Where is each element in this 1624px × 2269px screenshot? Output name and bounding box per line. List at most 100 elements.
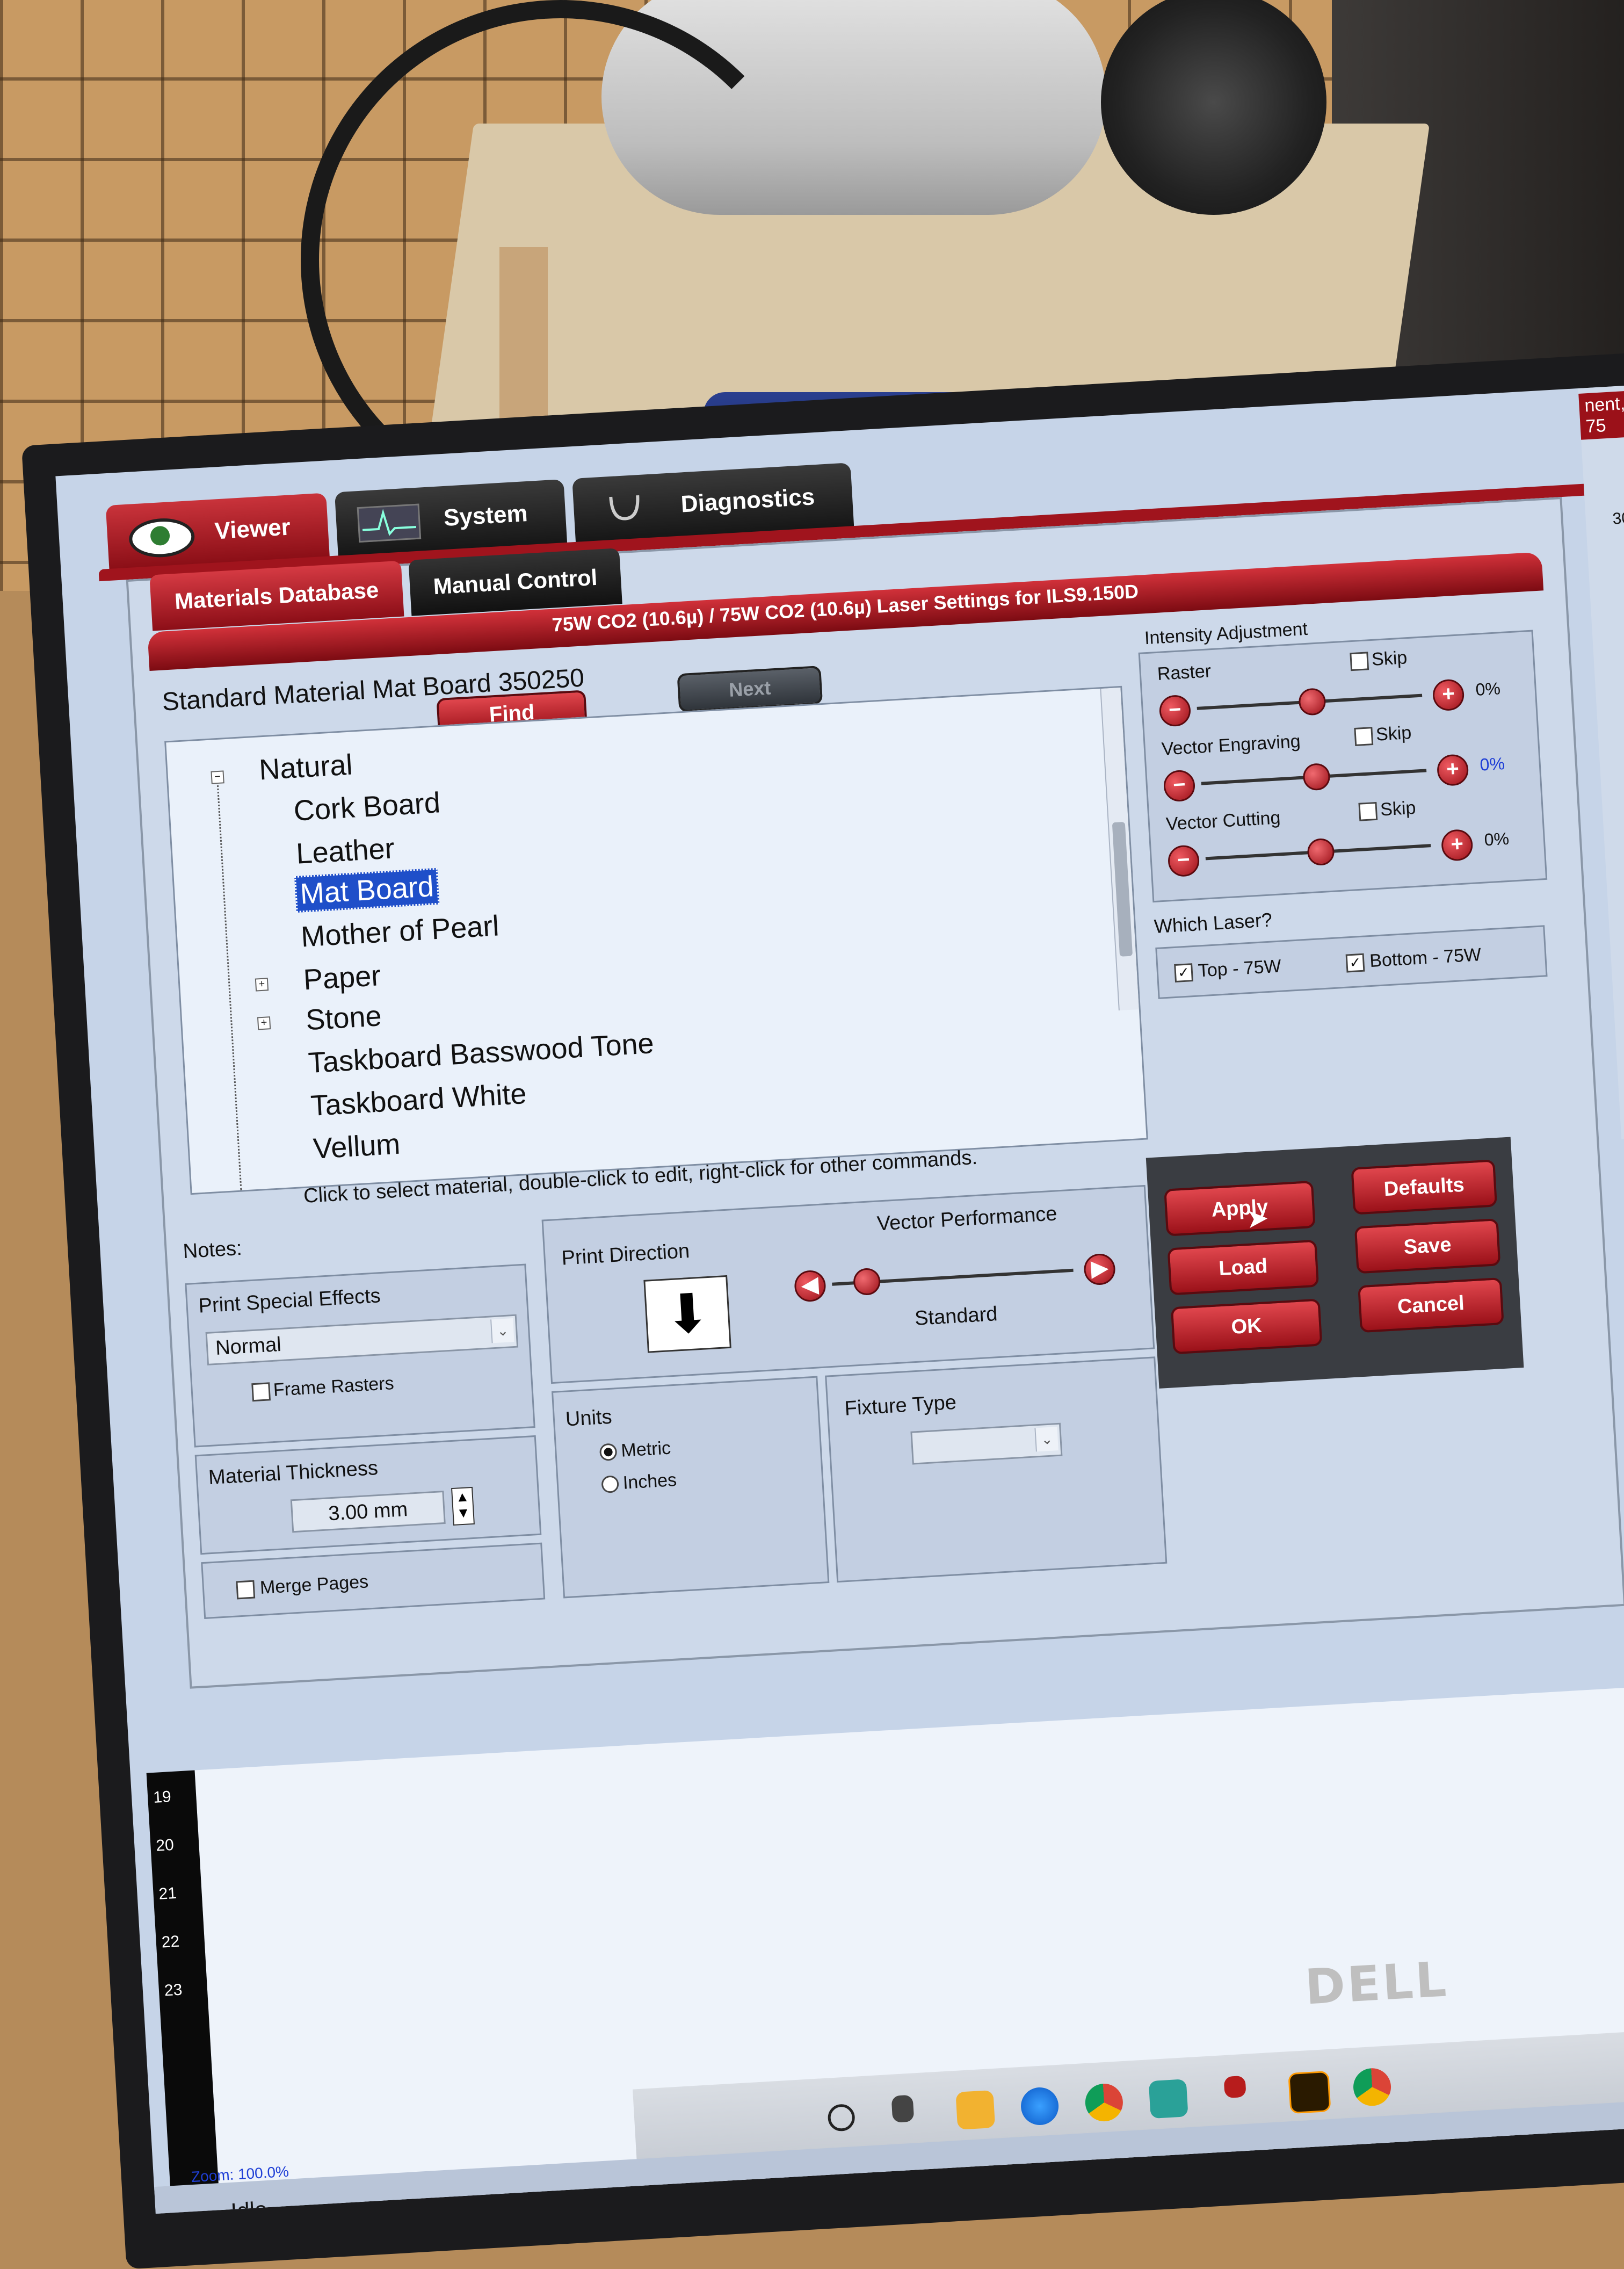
stethoscope-icon [595, 490, 655, 525]
effects-value: Normal [215, 1333, 282, 1360]
vector-engraving-plus-button[interactable]: + [1436, 753, 1469, 787]
which-laser-title: Which Laser? [1153, 908, 1273, 938]
fixture-type-select[interactable]: ⌄ [910, 1422, 1063, 1465]
dell-logo: DELL [1303, 1951, 1450, 2016]
app-icon[interactable] [1223, 2075, 1246, 2099]
vector-engraving-slider-knob[interactable] [1302, 762, 1331, 791]
tree-item-taskboard-white[interactable]: Taskboard White [310, 1077, 527, 1123]
raster-label: Raster [1156, 661, 1212, 684]
vector-performance-label: Vector Performance [876, 1202, 1058, 1235]
bottom-laser-checkbox[interactable]: ✓ [1345, 953, 1365, 973]
file-explorer-icon[interactable] [955, 2090, 996, 2130]
tab-manual-control[interactable]: Manual Control [408, 548, 622, 616]
raster-plus-button[interactable]: + [1432, 678, 1465, 712]
merge-pages-checkbox[interactable] [236, 1580, 256, 1600]
effects-select[interactable]: Normal ⌄ [205, 1314, 519, 1365]
defaults-button[interactable]: Defaults [1351, 1159, 1498, 1215]
arrow-down-icon[interactable]: ⬇ [643, 1275, 731, 1353]
metric-radio[interactable] [599, 1443, 618, 1462]
chrome-icon[interactable] [1352, 2067, 1393, 2107]
screen: Viewer System Diagnostics nent, 75 30 Ma… [55, 384, 1624, 2214]
vector-engraving-label: Vector Engraving [1161, 731, 1301, 760]
tree-item-paper[interactable]: Paper [302, 959, 381, 996]
cancel-button[interactable]: Cancel [1358, 1277, 1504, 1333]
task-view-icon[interactable] [891, 2094, 915, 2123]
chrome-icon[interactable] [1084, 2083, 1124, 2123]
top-laser-label: Top - 75W [1197, 956, 1282, 981]
raster-slider-knob[interactable] [1298, 688, 1326, 716]
raster-percent: 0% [1475, 678, 1501, 699]
tree-item-taskboard-basswood-tone[interactable]: Taskboard Basswood Tone [307, 1027, 655, 1080]
tree-item-natural[interactable]: Natural [258, 748, 353, 787]
ruler-tick: 22 [161, 1932, 180, 1952]
thickness-label: Material Thickness [207, 1456, 379, 1490]
scroll-thumb[interactable] [1112, 821, 1133, 957]
vector-cutting-skip-checkbox[interactable] [1358, 801, 1378, 821]
inches-label: Inches [622, 1469, 678, 1493]
vector-engraving-minus-button[interactable]: − [1163, 769, 1196, 803]
action-panel: Apply Defaults Load Save OK Cancel ➤ [1146, 1137, 1524, 1389]
tree-item-leather[interactable]: Leather [295, 832, 395, 870]
tab-label: Viewer [214, 514, 292, 545]
tree-item-vellum[interactable]: Vellum [312, 1128, 401, 1166]
vector-cutting-minus-button[interactable]: − [1167, 844, 1200, 878]
vector-cutting-slider-knob[interactable] [1307, 837, 1335, 866]
tree-item-stone[interactable]: Stone [305, 999, 382, 1037]
expand-icon[interactable]: + [257, 1016, 271, 1030]
materials-tree[interactable]: − Natural Cork Board Leather Mat Board M… [164, 685, 1148, 1195]
performance-right-button[interactable]: ▶ [1083, 1253, 1116, 1286]
ok-button[interactable]: OK [1170, 1298, 1323, 1355]
tree-scrollbar[interactable] [1100, 687, 1139, 1011]
print-direction-panel: Print Direction ⬇ Vector Performance ◀ ▶… [541, 1184, 1155, 1384]
vector-engraving-percent: 0% [1479, 754, 1505, 775]
raster-skip-checkbox[interactable] [1350, 652, 1369, 671]
special-effects-panel: Print Special Effects Normal ⌄ Frame Ras… [185, 1263, 535, 1448]
collapse-icon[interactable]: − [211, 770, 224, 784]
vector-engraving-skip-checkbox[interactable] [1354, 727, 1374, 746]
edge-icon[interactable] [1020, 2086, 1060, 2126]
ruler-tick: 21 [158, 1884, 177, 1903]
top-laser-checkbox[interactable]: ✓ [1174, 963, 1194, 983]
chevron-down-icon[interactable]: ⌄ [1034, 1427, 1058, 1452]
vector-cutting-percent: 0% [1483, 828, 1510, 850]
intensity-panel: Intensity Adjustment Raster Skip − + 0% … [1138, 619, 1548, 903]
save-button[interactable]: Save [1354, 1218, 1501, 1274]
merge-pages-panel: Merge Pages [201, 1542, 546, 1620]
tree-connector [216, 771, 242, 1190]
performance-slider-knob[interactable] [852, 1267, 881, 1296]
thickness-stepper[interactable]: ▲ ▼ [451, 1486, 475, 1526]
performance-value: Standard [914, 1303, 998, 1330]
load-button[interactable]: Load [1167, 1239, 1320, 1296]
skip-label: Skip [1371, 647, 1408, 670]
fixture-type-label: Fixture Type [844, 1391, 957, 1420]
ruler-tick: 19 [153, 1788, 172, 1807]
ruler-tick: 20 [155, 1836, 175, 1855]
illustrator-icon[interactable] [1288, 2070, 1331, 2114]
inches-radio[interactable] [601, 1475, 619, 1494]
tree-item-mat-board[interactable]: Mat Board [294, 868, 440, 913]
intensity-title: Intensity Adjustment [1143, 618, 1308, 649]
app-icon[interactable] [1148, 2079, 1188, 2119]
ruler-tick: 30 [1612, 509, 1624, 528]
frame-rasters-label: Frame Rasters [272, 1373, 395, 1400]
tree-item-mother-of-pearl[interactable]: Mother of Pearl [300, 909, 500, 953]
waveform-icon [357, 503, 422, 543]
eye-icon [128, 516, 196, 559]
ruler-tick: 23 [164, 1981, 183, 2000]
print-direction-label: Print Direction [561, 1239, 691, 1270]
thickness-panel: Material Thickness 3.00 mm ▲ ▼ [194, 1435, 542, 1555]
chevron-down-icon[interactable]: ⌄ [490, 1318, 514, 1343]
cortana-icon[interactable] [827, 2103, 856, 2132]
vector-cutting-plus-button[interactable]: + [1440, 828, 1474, 862]
expand-icon[interactable]: + [255, 978, 269, 992]
units-label: Units [564, 1405, 613, 1431]
side-panel-title: nent, 75 [1578, 389, 1624, 440]
taskbar-search[interactable]: here to search [532, 2195, 670, 2214]
tree-item-cork-board[interactable]: Cork Board [293, 786, 441, 828]
performance-left-button[interactable]: ◀ [793, 1269, 827, 1303]
apply-button[interactable]: Apply [1164, 1180, 1316, 1237]
frame-rasters-checkbox[interactable] [251, 1382, 271, 1402]
mouse-cursor-icon: ➤ [1245, 1202, 1270, 1234]
thickness-input[interactable]: 3.00 mm [290, 1490, 446, 1533]
raster-minus-button[interactable]: − [1158, 694, 1192, 727]
